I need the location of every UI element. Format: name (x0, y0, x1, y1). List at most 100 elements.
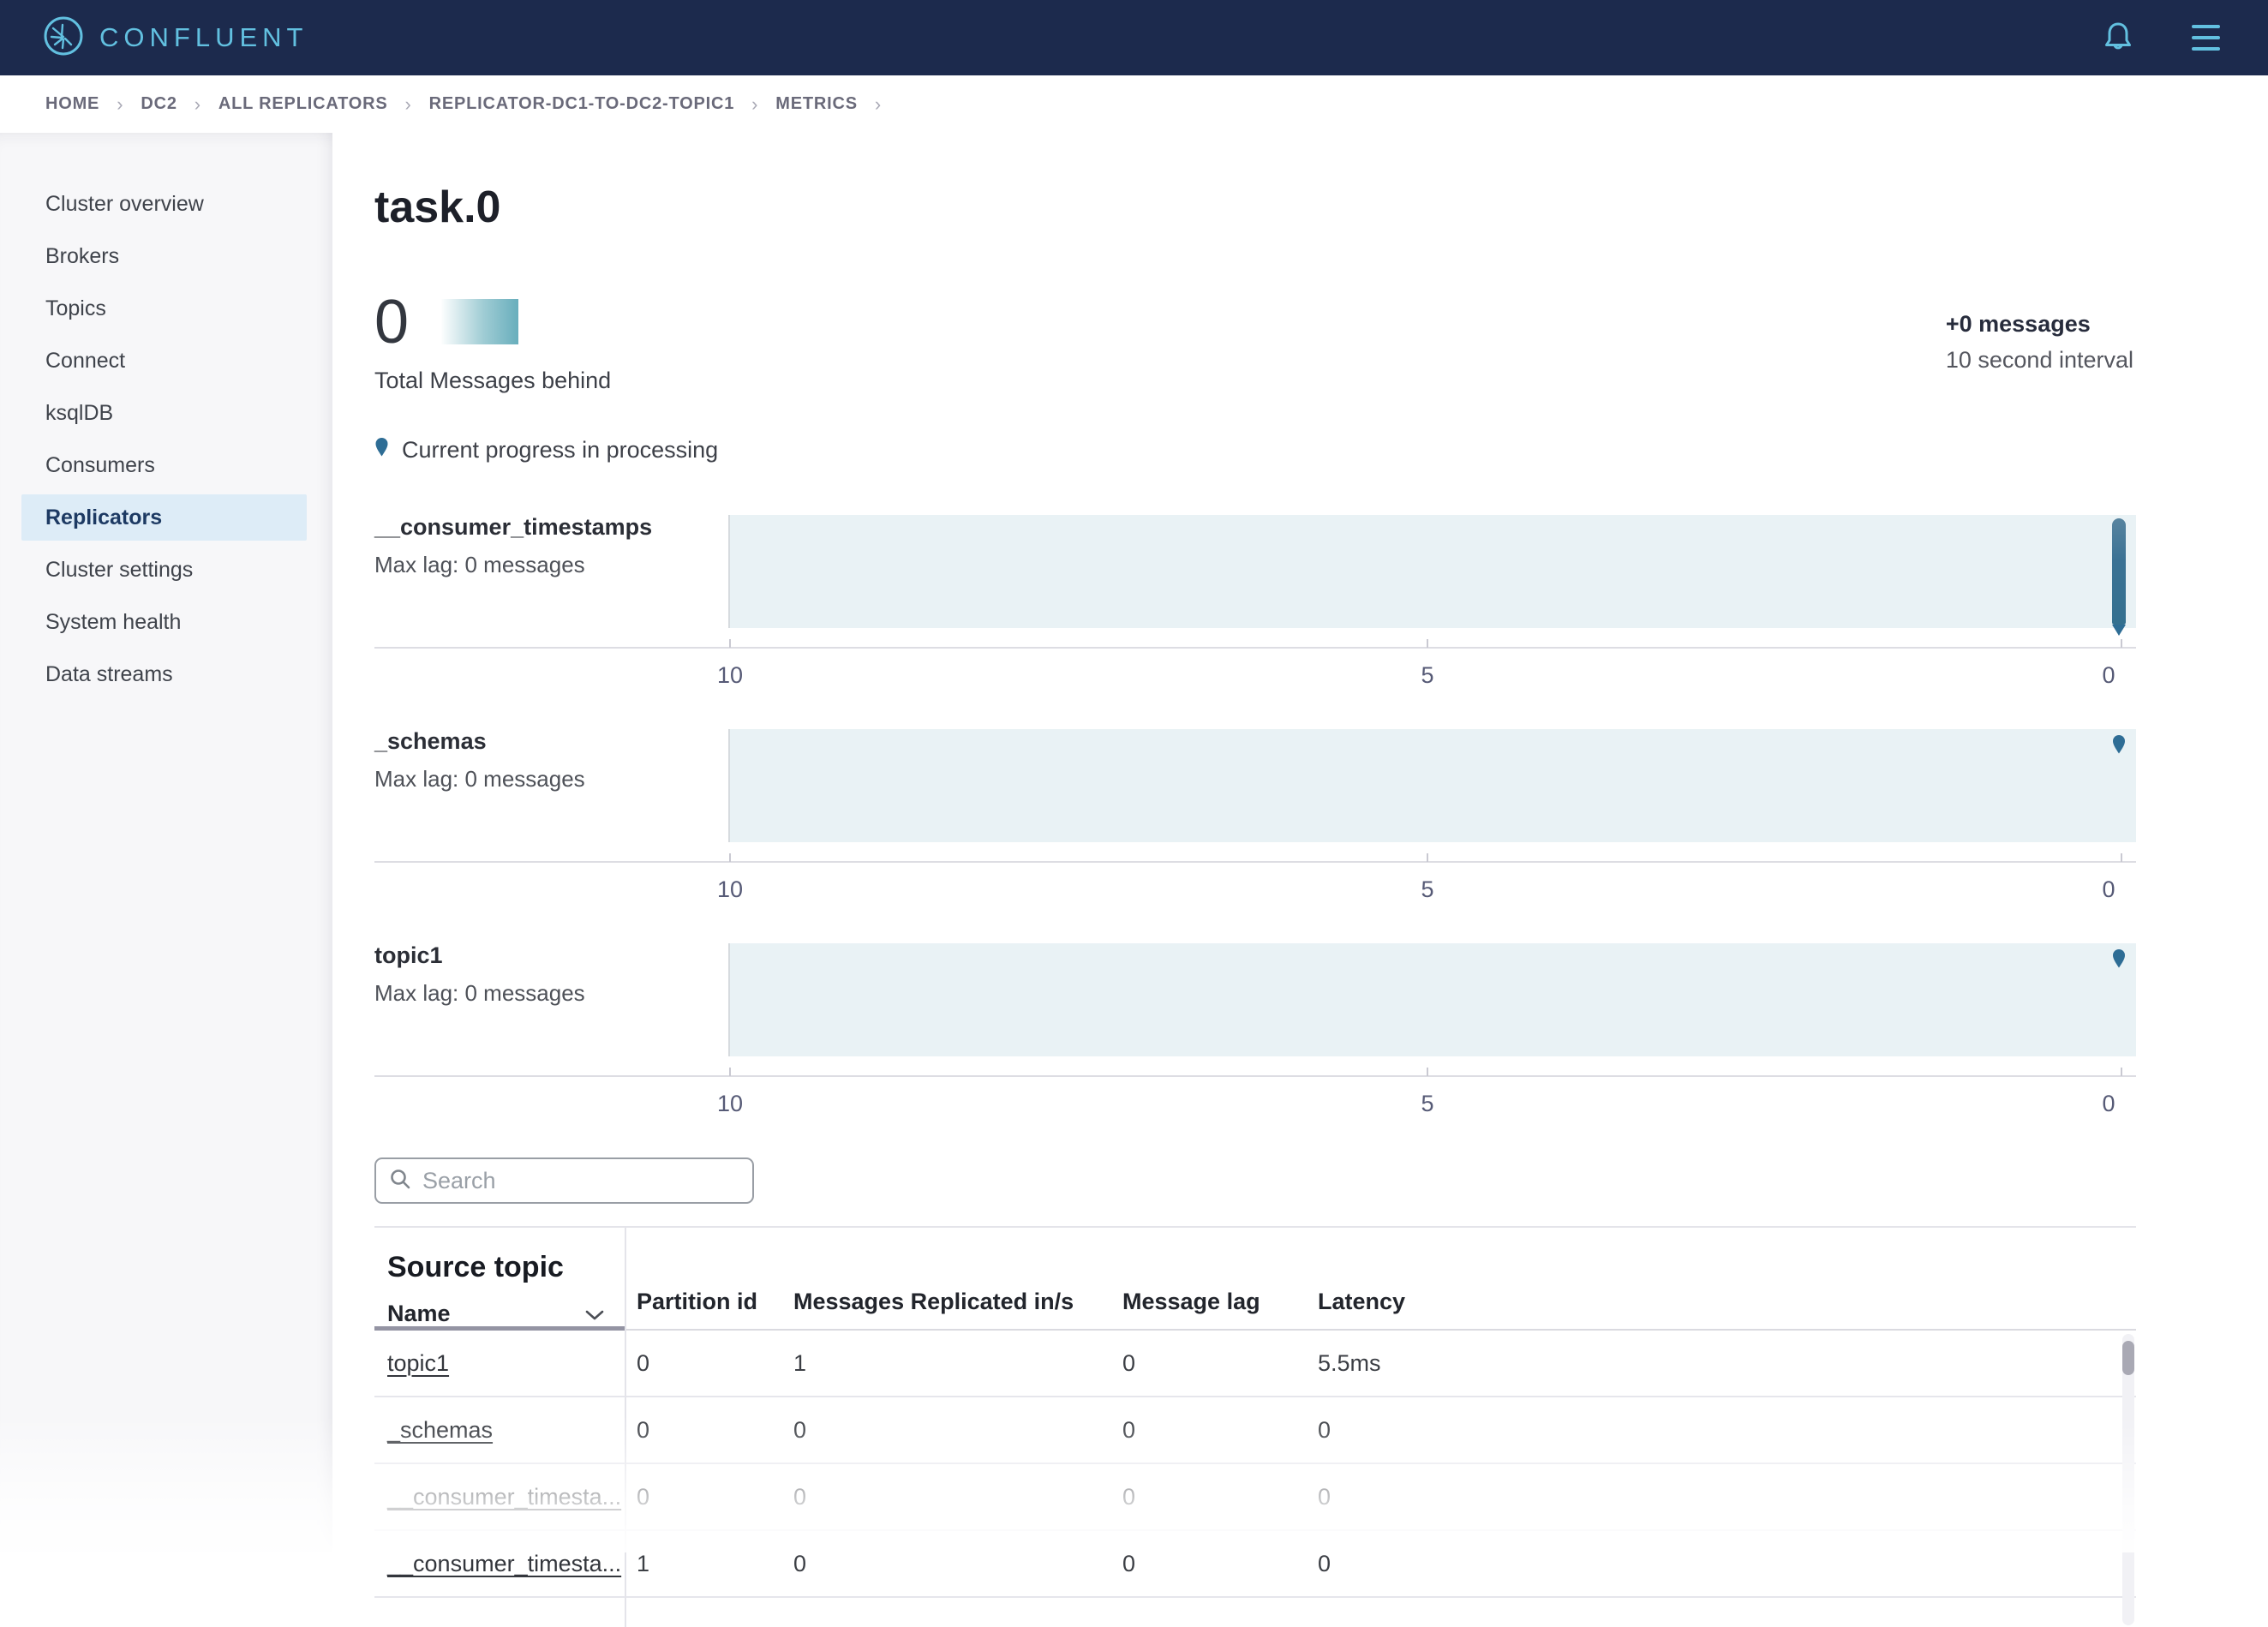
breadcrumb-separator: › (875, 93, 882, 116)
chart-topic-name: _schemas (374, 728, 728, 755)
x-tick: 10 (717, 1091, 743, 1117)
table-scrollbar-thumb[interactable] (2122, 1341, 2134, 1375)
column-header-message-lag: Message lag (1110, 1289, 1306, 1315)
cell-latency: 0 (1306, 1417, 2136, 1444)
cell-messages-replicated: 0 (781, 1551, 1110, 1577)
cell-latency: 0 (1306, 1551, 2136, 1577)
delta-messages: +0 messages (1946, 311, 2133, 338)
x-tick: 5 (1421, 876, 1433, 903)
column-header-name[interactable]: Name (387, 1301, 604, 1327)
chart-x-tick-labels: 10 5 0 (374, 1077, 2136, 1137)
column-header-messages-replicated: Messages Replicated in/s (781, 1289, 1110, 1315)
cell-message-lag: 0 (1110, 1417, 1306, 1444)
cell-partition-id: 0 (625, 1417, 781, 1444)
topic-link[interactable]: __consumer_timesta... (387, 1484, 621, 1510)
topic-link[interactable]: _schemas (387, 1417, 493, 1443)
sidebar-item-cluster-settings[interactable]: Cluster settings (0, 547, 332, 593)
main-content: task.0 0 Total Messages behind +0 messag… (332, 133, 2268, 1552)
notifications-bell-icon[interactable] (2103, 20, 2133, 57)
cell-latency: 5.5ms (1306, 1350, 2136, 1377)
breadcrumb-home[interactable]: HOME (45, 94, 99, 114)
total-messages-behind-value: 0 (374, 297, 409, 347)
cell-message-lag: 0 (1110, 1484, 1306, 1510)
topic-link[interactable]: __consumer_timesta... (387, 1551, 621, 1576)
breadcrumb-metrics[interactable]: METRICS (775, 94, 858, 114)
sidebar-item-system-health[interactable]: System health (0, 599, 332, 645)
chart-max-lag: Max lag: 0 messages (374, 980, 728, 1007)
page-title: task.0 (374, 182, 2136, 233)
search-box[interactable] (374, 1157, 754, 1204)
progress-marker-stack (2112, 518, 2126, 625)
chart-topic-name: topic1 (374, 942, 728, 969)
table-group-header: Source topic (387, 1251, 604, 1284)
progress-pin-icon (374, 437, 389, 464)
chart-consumer-timestamps: __consumer_timestamps Max lag: 0 message… (374, 503, 2136, 709)
chart-legend: Current progress in processing (374, 437, 2136, 464)
gradient-scale-swatch (441, 299, 518, 344)
chart-schemas: _schemas Max lag: 0 messages (374, 717, 2136, 923)
column-separator (625, 1228, 626, 1627)
cell-messages-replicated: 0 (781, 1484, 1110, 1510)
lag-charts: __consumer_timestamps Max lag: 0 message… (374, 503, 2136, 1137)
x-tick: 10 (717, 662, 743, 689)
cell-messages-replicated: 0 (781, 1417, 1110, 1444)
progress-pin-marker (2112, 734, 2126, 755)
sidebar-item-replicators[interactable]: Replicators (21, 494, 307, 541)
source-topics-table: Source topic Name Partition id Messages … (374, 1226, 2136, 1598)
sidebar-item-topics[interactable]: Topics (0, 285, 332, 332)
summary-metric: 0 Total Messages behind +0 messages 10 s… (374, 297, 2136, 394)
chart-plot-area (728, 729, 2136, 842)
cell-partition-id: 0 (625, 1484, 781, 1510)
chart-plot-area (728, 515, 2136, 628)
breadcrumb-replicator-name[interactable]: REPLICATOR-DC1-TO-DC2-TOPIC1 (429, 94, 735, 114)
table-header: Source topic Name Partition id Messages … (374, 1228, 2136, 1331)
cell-message-lag: 0 (1110, 1350, 1306, 1377)
search-icon (389, 1168, 411, 1194)
column-header-partition-id: Partition id (625, 1289, 781, 1315)
table-row: __consumer_timesta... 1 0 0 0 (374, 1531, 2136, 1598)
confluent-logo-icon (43, 15, 84, 61)
topic-link[interactable]: topic1 (387, 1350, 449, 1376)
chart-x-tick-labels: 10 5 0 (374, 863, 2136, 923)
table-row: topic1 0 1 0 5.5ms (374, 1331, 2136, 1397)
breadcrumb-separator: › (751, 93, 758, 116)
progress-pin-marker (2112, 948, 2126, 969)
sort-chevron-down-icon (585, 1301, 604, 1327)
sidebar-item-data-streams[interactable]: Data streams (0, 651, 332, 697)
breadcrumb-separator: › (194, 93, 201, 116)
confluent-logo[interactable]: CONFLUENT (43, 15, 308, 61)
table-row: __consumer_timesta... 0 0 0 0 (374, 1464, 2136, 1531)
cell-message-lag: 0 (1110, 1551, 1306, 1577)
breadcrumb-separator: › (404, 93, 411, 116)
breadcrumb-separator: › (117, 93, 123, 116)
cell-partition-id: 0 (625, 1350, 781, 1377)
table-scrollbar-track[interactable] (2122, 1334, 2134, 1625)
column-header-latency: Latency (1306, 1289, 2136, 1315)
cell-latency: 0 (1306, 1484, 2136, 1510)
top-navbar: CONFLUENT (0, 0, 2268, 75)
table-row: _schemas 0 0 0 0 (374, 1397, 2136, 1464)
cell-partition-id: 1 (625, 1551, 781, 1577)
search-input[interactable] (422, 1168, 739, 1194)
sidebar: Cluster overview Brokers Topics Connect … (0, 133, 332, 1552)
breadcrumb-all-replicators[interactable]: ALL REPLICATORS (218, 94, 388, 114)
x-tick: 0 (2102, 1091, 2115, 1117)
chart-plot-area (728, 943, 2136, 1056)
total-messages-behind-label: Total Messages behind (374, 368, 2136, 394)
sidebar-item-ksqldb[interactable]: ksqlDB (0, 390, 332, 436)
sidebar-item-connect[interactable]: Connect (0, 338, 332, 384)
legend-label: Current progress in processing (402, 437, 718, 464)
x-tick: 10 (717, 876, 743, 903)
x-tick: 5 (1421, 1091, 1433, 1117)
x-tick: 0 (2102, 876, 2115, 903)
interval-label: 10 second interval (1946, 347, 2133, 374)
sidebar-item-consumers[interactable]: Consumers (0, 442, 332, 488)
sidebar-item-brokers[interactable]: Brokers (0, 233, 332, 279)
menu-hamburger-icon[interactable] (2192, 25, 2220, 51)
cell-messages-replicated: 1 (781, 1350, 1110, 1377)
x-tick: 5 (1421, 662, 1433, 689)
sidebar-item-cluster-overview[interactable]: Cluster overview (0, 181, 332, 227)
brand-name: CONFLUENT (99, 22, 308, 53)
breadcrumb: HOME › DC2 › ALL REPLICATORS › REPLICATO… (0, 75, 2268, 133)
breadcrumb-dc2[interactable]: DC2 (141, 94, 177, 114)
